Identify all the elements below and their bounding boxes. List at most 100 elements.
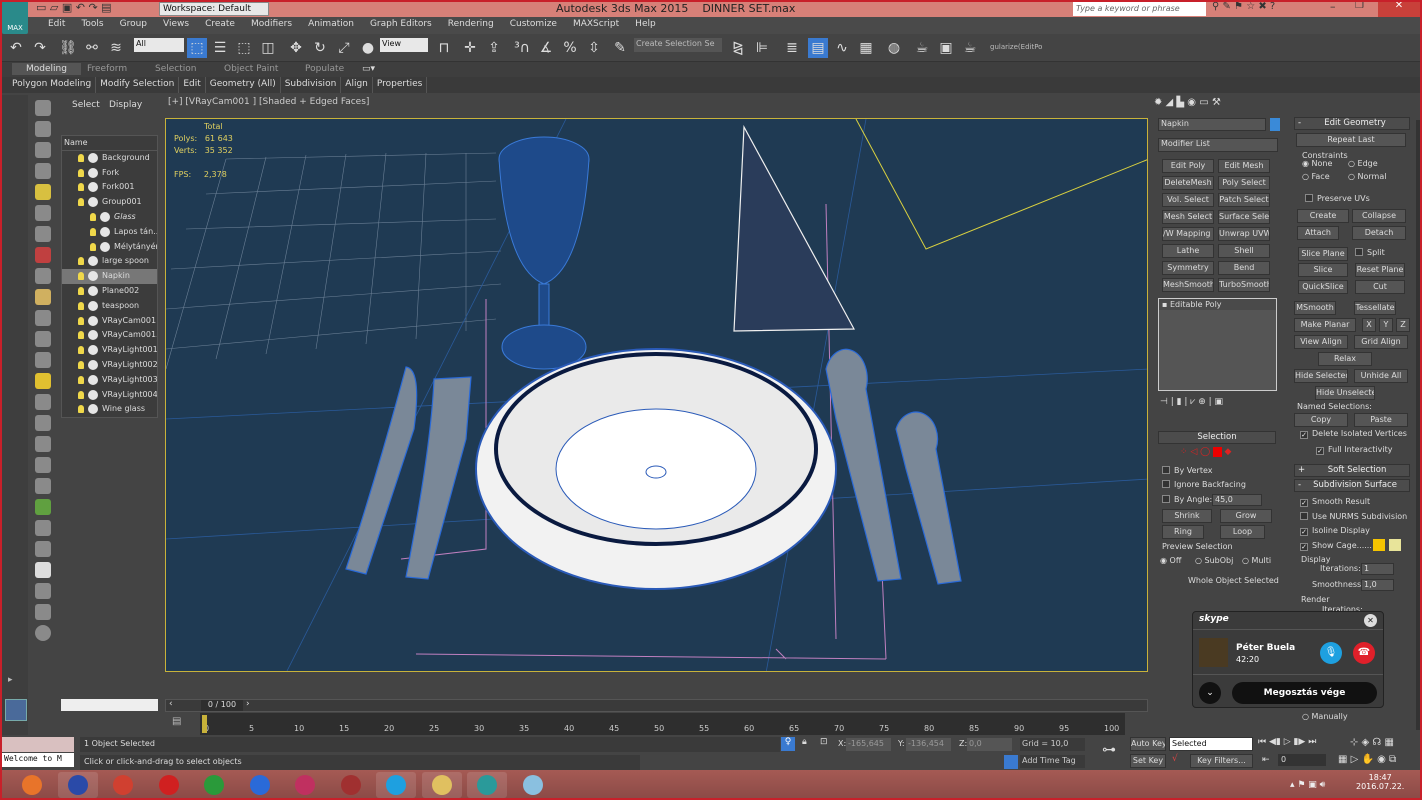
placement-icon[interactable]: ● (358, 38, 378, 58)
grid-align-button[interactable]: Grid Align (1354, 335, 1408, 349)
z-coordinate-field[interactable]: 0,0 (967, 738, 1012, 751)
sphere-white-icon[interactable] (35, 562, 51, 578)
particle-icon[interactable] (35, 415, 51, 431)
move-icon[interactable]: ✥ (286, 38, 306, 58)
panel-align[interactable]: Align (341, 77, 373, 93)
absolute-mode-icon[interactable]: ⊡ (820, 737, 828, 747)
time-config-icon[interactable]: ▤ (172, 716, 181, 727)
constraint-none-radio[interactable]: ◉ None (1302, 159, 1332, 168)
undo-icon[interactable]: ↶ (6, 38, 26, 58)
bind-space-warp-icon[interactable]: ≋ (106, 38, 126, 58)
container-icon[interactable] (35, 478, 51, 494)
unlink-icon[interactable]: ⚯ (82, 38, 102, 58)
hang-up-button[interactable]: ☎︎ (1353, 642, 1375, 664)
maxscript-mini-field[interactable]: gularize(EditPo (990, 43, 1042, 51)
list-icon[interactable] (35, 163, 51, 179)
x-coordinate-field[interactable]: -165,645 (846, 738, 891, 751)
modifier-button[interactable]: Bend (1218, 261, 1270, 275)
smoothness-field[interactable]: 1,0 (1361, 579, 1394, 591)
align-icon[interactable]: ⊫ (752, 38, 772, 58)
end-sharing-button[interactable]: Megosztás vége (1232, 682, 1377, 704)
y-coordinate-field[interactable]: -136,454 (906, 738, 951, 751)
microphone-button[interactable]: 🎙︎ (1320, 642, 1342, 664)
scene-list-item[interactable]: teaspoon (62, 299, 157, 314)
workspace-dropdown[interactable]: Workspace: Default (159, 2, 269, 16)
manually-radio[interactable]: ○ Manually (1302, 712, 1348, 721)
msmooth-button[interactable]: MSmooth (1294, 301, 1336, 315)
scene-list-item[interactable]: VRayLight002 (62, 358, 157, 373)
taskbar-flashget[interactable] (240, 772, 280, 798)
preview-off-radio[interactable]: ◉ Off (1160, 556, 1181, 565)
schematic-view-icon[interactable]: ▦ (856, 38, 876, 58)
loop-button[interactable]: Loop (1220, 525, 1265, 539)
z-button[interactable]: Z (1396, 318, 1410, 332)
material-icon[interactable] (35, 541, 51, 557)
taskbar-save[interactable] (57, 772, 98, 798)
max-logo-button[interactable]: MAX (2, 0, 28, 34)
cage-selection-color-swatch[interactable] (1389, 539, 1401, 551)
cage-color-swatch[interactable] (1373, 539, 1385, 551)
track-bar[interactable]: 0510152025303540455055606570758085909510… (200, 713, 1125, 735)
scene-list-item[interactable]: Fork (62, 166, 157, 181)
repeat-last-button[interactable]: Repeat Last (1296, 133, 1406, 147)
maxscript-listener-input[interactable]: Welcome to M (2, 753, 74, 767)
ignore-backfacing-checkbox[interactable] (1162, 480, 1170, 488)
explorer-tab-select[interactable]: Select (72, 100, 100, 110)
menu-modifiers[interactable]: Modifiers (243, 17, 300, 34)
edit-geometry-rollout-header[interactable]: - Edit Geometry (1294, 117, 1410, 130)
hair-icon[interactable] (35, 520, 51, 536)
shrink-button[interactable]: Shrink (1162, 509, 1212, 523)
menu-tools[interactable]: Tools (73, 17, 111, 34)
group-icon[interactable] (35, 331, 51, 347)
xref-icon[interactable] (35, 436, 51, 452)
select-icon[interactable] (35, 100, 51, 116)
preserve-uvs-checkbox[interactable] (1305, 194, 1313, 202)
modifier-button[interactable]: Unwrap UVW (1218, 227, 1270, 241)
tab-populate[interactable]: Populate (305, 64, 344, 74)
modifier-button[interactable]: Lathe (1162, 244, 1214, 258)
bone-icon[interactable] (35, 394, 51, 410)
system-tray-icons[interactable]: ▴ ⚑ ▣ 🔊︎ (1290, 780, 1325, 790)
command-panel-tabs[interactable]: ✹ ◢ ▙ ◉ ▭ ⚒ (1154, 97, 1221, 108)
visibility-bulb-icon[interactable] (78, 168, 84, 177)
modifier-button[interactable]: Vol. Select (1162, 193, 1214, 207)
modifier-button[interactable]: Shell (1218, 244, 1270, 258)
paste-button[interactable]: Paste (1354, 413, 1408, 427)
viewport-layout-button[interactable] (5, 699, 27, 721)
named-selection-dropdown[interactable]: Create Selection Se (634, 38, 722, 52)
explorer-tab-display[interactable]: Display (109, 100, 142, 110)
make-planar-button[interactable]: Make Planar (1294, 318, 1356, 332)
selection-rollout-header[interactable]: Selection (1158, 431, 1276, 444)
quick-access-icons[interactable]: ▭ ▱ ▣ ↶ ↷ ▤ (36, 1, 112, 14)
preview-multi-radio[interactable]: ○ Multi (1242, 556, 1271, 565)
panel-geometry-all[interactable]: Geometry (All) (206, 77, 281, 93)
scene-list-item[interactable]: VRayCam001 (62, 314, 157, 329)
maxscript-listener-top[interactable] (2, 737, 74, 752)
playback-controls[interactable]: ⏮ ◀▮ ▷ ▮▶ ⏭ (1258, 737, 1316, 747)
attach-button[interactable]: Attach (1297, 226, 1339, 240)
isolate-selection-icon[interactable]: ♀ (781, 737, 795, 751)
time-cursor[interactable] (202, 715, 207, 733)
redo-icon[interactable]: ↷ (30, 38, 50, 58)
scene-list-item[interactable]: Wine glass (62, 402, 157, 417)
menu-help[interactable]: Help (627, 17, 664, 34)
edit-named-selection-icon[interactable]: ✎ (610, 38, 630, 58)
tab-selection[interactable]: Selection (155, 64, 196, 74)
taskbar-utorrent[interactable] (194, 772, 234, 798)
modifier-button[interactable]: Edit Poly (1162, 159, 1214, 173)
menu-animation[interactable]: Animation (300, 17, 362, 34)
menu-edit[interactable]: Edit (40, 17, 73, 34)
reset-plane-button[interactable]: Reset Plane (1355, 263, 1405, 277)
close-button[interactable]: ✕ (1378, 0, 1420, 17)
viewport-nav-controls-2[interactable]: ▦ ▷ ✋ ◉ ⧉ (1338, 754, 1396, 765)
set-key-button[interactable]: Set Key (1130, 754, 1166, 768)
command-panel-scrollbar[interactable] (1416, 120, 1421, 730)
geometry-filter-icon[interactable] (35, 205, 51, 221)
keyboard-shortcut-icon[interactable]: ⇪ (484, 38, 504, 58)
subobject-level-icons[interactable]: ⁘ ◁ ◯ ■ ◆ (1180, 447, 1231, 457)
minimize-button[interactable]: – (1330, 0, 1336, 13)
modifier-list-dropdown[interactable]: Modifier List (1158, 138, 1278, 152)
create-button[interactable]: Create (1297, 209, 1349, 223)
scene-list-item[interactable]: Fork001 (62, 180, 157, 195)
scene-list-item[interactable]: Napkin (62, 269, 157, 284)
